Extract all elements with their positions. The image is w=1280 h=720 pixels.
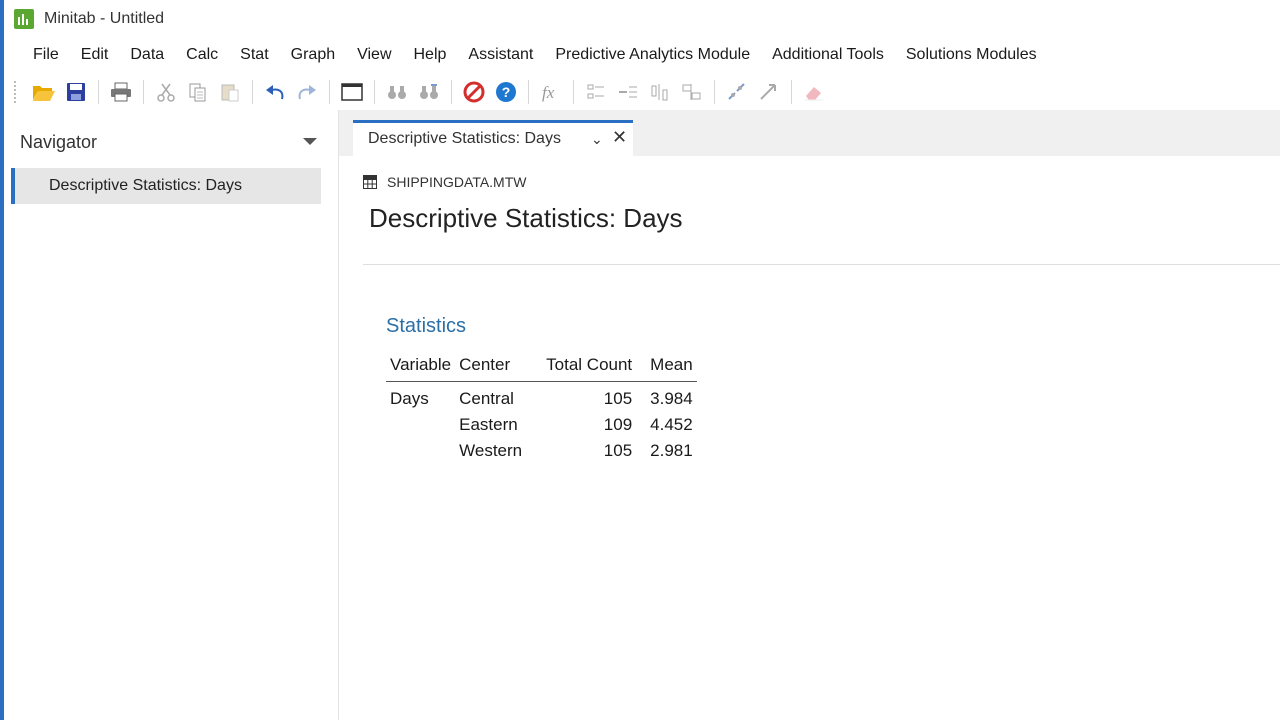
title-bar: Minitab - Untitled (4, 0, 1280, 38)
formula-fx-icon[interactable]: fx (538, 79, 564, 105)
crosshair-icon[interactable] (756, 79, 782, 105)
brush-icon[interactable] (724, 79, 750, 105)
help-icon[interactable]: ? (493, 79, 519, 105)
table-row: Days Central 105 3.984 (386, 382, 697, 413)
cut-icon[interactable] (153, 79, 179, 105)
dataset-name: SHIPPINGDATA.MTW (387, 174, 527, 190)
cancel-stop-icon[interactable] (461, 79, 487, 105)
menu-view[interactable]: View (346, 46, 402, 64)
toolbar-separator (714, 80, 715, 104)
align-left-icon[interactable] (583, 79, 609, 105)
cell-variable: Days (390, 389, 429, 408)
find-icon[interactable] (384, 79, 410, 105)
cell-center: Eastern (459, 415, 518, 434)
navigator-item-label: Descriptive Statistics: Days (49, 177, 242, 194)
toolbar-separator (329, 80, 330, 104)
close-icon[interactable]: ✕ (612, 127, 627, 148)
menu-graph[interactable]: Graph (280, 46, 346, 64)
toolbar-separator (791, 80, 792, 104)
window-icon[interactable] (339, 79, 365, 105)
chevron-down-icon[interactable] (303, 138, 317, 145)
cell-total-count: 105 (603, 441, 633, 460)
navigator-item-descriptive-statistics[interactable]: Descriptive Statistics: Days (11, 168, 321, 204)
menu-predictive-analytics[interactable]: Predictive Analytics Module (544, 46, 761, 64)
cell-mean: 3.984 (650, 389, 693, 408)
tab-strip: Descriptive Statistics: Days ⌄ ✕ (339, 110, 1280, 156)
menu-calc[interactable]: Calc (175, 46, 229, 64)
open-folder-icon[interactable] (31, 79, 57, 105)
menu-solutions-modules[interactable]: Solutions Modules (895, 46, 1048, 64)
redo-icon[interactable] (294, 79, 320, 105)
align-right-icon[interactable] (615, 79, 641, 105)
divider (363, 264, 1280, 265)
table-row: Eastern 109 4.452 (386, 412, 697, 438)
cell-center: Central (459, 389, 514, 408)
toolbar: ? fx (4, 74, 1280, 110)
menu-stat[interactable]: Stat (229, 46, 279, 64)
toolbar-separator (252, 80, 253, 104)
cell-total-count: 109 (603, 415, 633, 434)
menu-data[interactable]: Data (119, 46, 175, 64)
cell-mean: 2.981 (650, 441, 693, 460)
toolbar-separator (573, 80, 574, 104)
statistics-table: Variable Center Total Count Mean Days Ce… (386, 353, 697, 464)
distribute-horizontal-icon[interactable] (679, 79, 705, 105)
copy-icon[interactable] (185, 79, 211, 105)
table-header-row: Variable Center Total Count Mean (386, 353, 697, 382)
col-header-mean: Mean (636, 353, 697, 382)
cell-variable (386, 412, 455, 438)
output-pane: Descriptive Statistics: Days ⌄ ✕ SHIPPIN… (339, 110, 1280, 720)
chevron-down-icon[interactable]: ⌄ (591, 131, 603, 148)
navigator-panel: Navigator Descriptive Statistics: Days (4, 110, 339, 720)
print-icon[interactable] (108, 79, 134, 105)
menu-bar: File Edit Data Calc Stat Graph View Help… (4, 40, 1280, 70)
undo-icon[interactable] (262, 79, 288, 105)
cell-mean: 4.452 (650, 415, 693, 434)
eraser-icon[interactable] (801, 79, 827, 105)
window-title: Minitab - Untitled (44, 10, 165, 27)
col-header-total-count: Total Count (542, 353, 637, 382)
output-title: Descriptive Statistics: Days (369, 203, 683, 233)
distribute-vertical-icon[interactable] (647, 79, 673, 105)
dataset-label: SHIPPINGDATA.MTW (363, 174, 526, 190)
tab-label: Descriptive Statistics: Days (368, 130, 561, 147)
toolbar-separator (98, 80, 99, 104)
menu-edit[interactable]: Edit (70, 46, 120, 64)
tab-descriptive-statistics[interactable]: Descriptive Statistics: Days ⌄ ✕ (353, 120, 633, 156)
cell-center: Western (459, 441, 523, 460)
navigator-header: Navigator (20, 132, 98, 152)
toolbar-separator (374, 80, 375, 104)
paste-icon[interactable] (217, 79, 243, 105)
section-title-statistics: Statistics (386, 315, 467, 337)
toolbar-separator (143, 80, 144, 104)
menu-additional-tools[interactable]: Additional Tools (761, 46, 895, 64)
menu-assistant[interactable]: Assistant (457, 46, 544, 64)
worksheet-grid-icon (363, 175, 377, 189)
svg-text:?: ? (502, 84, 511, 100)
minitab-logo-icon (14, 9, 34, 29)
col-header-center: Center (455, 353, 543, 382)
menu-help[interactable]: Help (403, 46, 458, 64)
col-header-variable: Variable (386, 353, 456, 382)
menu-file[interactable]: File (22, 46, 70, 64)
toolbar-separator (528, 80, 529, 104)
toolbar-separator (451, 80, 452, 104)
toolbar-grip (14, 81, 20, 103)
svg-text:fx: fx (542, 83, 555, 102)
replace-icon[interactable] (416, 79, 442, 105)
cell-variable (386, 438, 455, 464)
table-row: Western 105 2.981 (386, 438, 697, 464)
cell-total-count: 105 (603, 389, 633, 408)
save-icon[interactable] (63, 79, 89, 105)
